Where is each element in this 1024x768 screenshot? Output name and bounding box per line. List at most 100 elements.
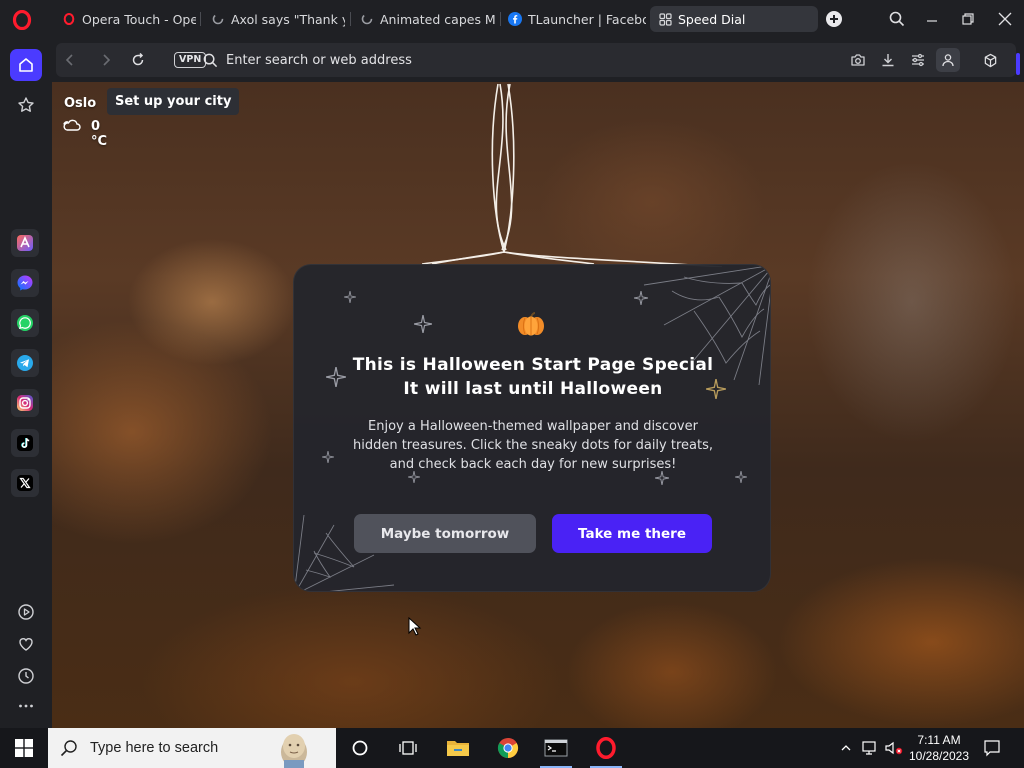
- taskbar-task-view[interactable]: [388, 732, 428, 764]
- telegram-icon: [17, 355, 33, 371]
- tiktok-icon: [17, 435, 33, 451]
- task-view-icon: [399, 741, 417, 755]
- speed-dial-page: Oslo Set up your city 0 °C This is Hallo…: [52, 82, 1024, 728]
- plus-icon: [826, 11, 842, 27]
- start-button[interactable]: [0, 728, 48, 768]
- sparkle-icon: [322, 451, 334, 463]
- sparkle-icon: [634, 291, 648, 305]
- tab-axol[interactable]: Axol says "Thank you: [203, 6, 345, 32]
- clock-time: 7:11 AM: [917, 733, 961, 747]
- windows-logo-icon: [15, 739, 33, 757]
- tab-tlauncher-facebook[interactable]: TLauncher | Facebook: [500, 6, 646, 32]
- extensions-button[interactable]: [978, 48, 1002, 72]
- sidebar-app-whatsapp[interactable]: [11, 309, 39, 337]
- taskbar-opera[interactable]: [586, 732, 626, 768]
- sidebar-app-tiktok[interactable]: [11, 429, 39, 457]
- search-highlight-icon: [281, 734, 307, 768]
- sparkle-icon: [414, 315, 432, 333]
- taskbar-chrome[interactable]: [488, 732, 528, 764]
- notification-icon: [984, 740, 1000, 757]
- snapshot-button[interactable]: [846, 48, 870, 72]
- tray-overflow-button[interactable]: [836, 738, 856, 758]
- x-twitter-icon: [17, 475, 33, 491]
- sidebar-app-telegram[interactable]: [11, 349, 39, 377]
- sidebar-app-messenger[interactable]: [11, 269, 39, 297]
- sidebar-app-aria[interactable]: [11, 229, 39, 257]
- new-tab-button[interactable]: [823, 8, 845, 30]
- card-title-line-2: It will last until Halloween: [403, 379, 663, 399]
- reload-button[interactable]: [126, 48, 150, 72]
- home-icon: [19, 58, 33, 72]
- taskbar-search-box[interactable]: [48, 728, 336, 768]
- camera-icon: [851, 54, 865, 66]
- sparkle-icon: [344, 291, 356, 303]
- heart-icon: [19, 638, 33, 651]
- close-icon: [998, 12, 1012, 26]
- cloudy-icon: [63, 119, 81, 131]
- card-title-line-1: This is Halloween Start Page Special: [352, 355, 714, 375]
- cortana-icon: [352, 740, 368, 756]
- downloads-button[interactable]: [876, 48, 900, 72]
- whatsapp-icon: [17, 315, 33, 331]
- bookmarks-star-icon: [18, 97, 34, 112]
- sidebar-toggle-indicator[interactable]: [1016, 53, 1020, 75]
- setup-city-tooltip: Set up your city: [107, 88, 240, 115]
- sidebar-app-x[interactable]: [11, 469, 39, 497]
- sidebar-item-player[interactable]: [10, 596, 42, 628]
- temperature: 0 °C: [91, 119, 108, 149]
- profile-button[interactable]: [936, 48, 960, 72]
- sidebar-item-home[interactable]: [10, 49, 42, 81]
- file-explorer-icon: [447, 741, 469, 756]
- profile-icon: [942, 54, 954, 67]
- tray-network[interactable]: [860, 738, 880, 758]
- hanging-strings: [422, 83, 722, 267]
- mouse-cursor-icon: [408, 617, 422, 636]
- windows-taskbar: 7:11 AM 10/28/2023: [0, 728, 1024, 768]
- cube-icon: [984, 53, 996, 67]
- maybe-tomorrow-button[interactable]: Maybe tomorrow: [354, 514, 536, 553]
- sidebar: [0, 38, 52, 728]
- sidebar-item-history[interactable]: [10, 660, 42, 692]
- taskbar-cortana[interactable]: [340, 732, 380, 764]
- tab-speed-dial[interactable]: Speed Dial: [650, 6, 818, 32]
- restore-button[interactable]: [957, 8, 979, 30]
- tab-search-button[interactable]: [886, 8, 908, 30]
- take-me-there-button[interactable]: Take me there: [552, 514, 712, 553]
- sidebar-item-bookmarks[interactable]: [10, 89, 42, 121]
- opera-menu-icon[interactable]: [12, 10, 32, 30]
- pumpkin-icon: [518, 312, 544, 336]
- taskbar-file-explorer[interactable]: [438, 732, 478, 764]
- city-name[interactable]: Oslo: [64, 96, 96, 111]
- address-bar: VPN: [56, 43, 1020, 77]
- forward-button[interactable]: [94, 48, 118, 72]
- instagram-icon: [17, 395, 33, 411]
- player-icon: [18, 604, 34, 620]
- sidebar-app-instagram[interactable]: [11, 389, 39, 417]
- tab-label: Axol says "Thank you: [231, 11, 345, 27]
- taskbar-clock[interactable]: 7:11 AM 10/28/2023: [906, 732, 972, 764]
- easy-setup-button[interactable]: [906, 48, 930, 72]
- more-icon: [19, 704, 33, 708]
- minimize-button[interactable]: [921, 8, 943, 30]
- tray-volume[interactable]: [884, 738, 904, 758]
- terminal-icon: [544, 739, 568, 757]
- chrome-icon: [497, 737, 519, 759]
- close-button[interactable]: [994, 8, 1016, 30]
- forward-arrow-icon: [103, 54, 111, 66]
- halloween-promo-card: This is Halloween Start Page Special It …: [293, 264, 771, 592]
- tab-animated-capes[interactable]: Animated capes Mine: [352, 6, 496, 32]
- back-button[interactable]: [58, 48, 82, 72]
- search-icon: [60, 740, 77, 757]
- taskbar-search-input[interactable]: [90, 740, 270, 756]
- search-icon: [889, 11, 905, 27]
- sidebar-more-button[interactable]: [10, 690, 42, 722]
- network-icon: [862, 741, 876, 755]
- address-input[interactable]: [226, 50, 726, 70]
- history-clock-icon: [18, 668, 34, 684]
- action-center-button[interactable]: [982, 738, 1002, 758]
- tab-divider: [200, 12, 201, 26]
- address-search-icon-wrap: [198, 48, 222, 72]
- sidebar-item-pinboards[interactable]: [10, 628, 42, 660]
- taskbar-terminal[interactable]: [536, 732, 576, 768]
- tab-opera-touch[interactable]: Opera Touch - Opera: [54, 6, 196, 32]
